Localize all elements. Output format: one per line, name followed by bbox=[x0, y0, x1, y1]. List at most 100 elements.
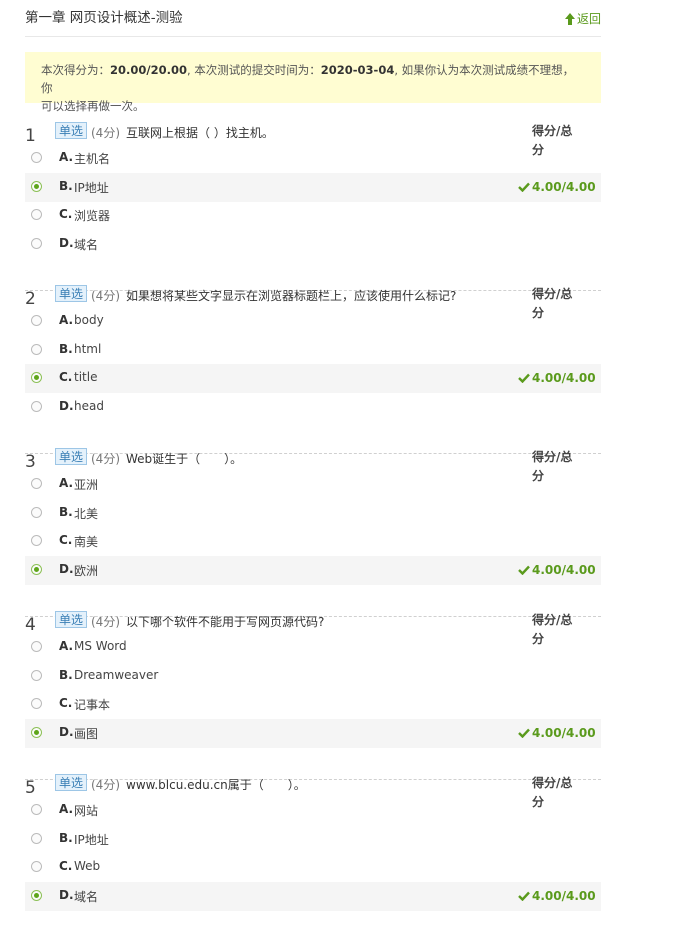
option-letter: A. bbox=[59, 150, 74, 164]
score-label-line1: 得分/总 bbox=[532, 450, 573, 464]
answer-option[interactable]: A. body bbox=[25, 307, 601, 336]
notice-score-prefix: 本次得分为： bbox=[41, 63, 110, 77]
radio-button[interactable] bbox=[31, 698, 42, 709]
answer-option[interactable]: A. 网站 bbox=[25, 796, 601, 825]
radio-button[interactable] bbox=[31, 727, 42, 738]
option-text: 南美 bbox=[74, 535, 99, 549]
radio-button[interactable] bbox=[31, 670, 42, 681]
answer-option[interactable]: D. 域名 bbox=[25, 230, 601, 259]
option-letter: B. bbox=[59, 179, 73, 193]
option-text: 亚洲 bbox=[74, 478, 99, 492]
checkmark-icon bbox=[518, 373, 530, 383]
option-text: IP地址 bbox=[74, 833, 109, 847]
back-button[interactable]: 返回 bbox=[564, 10, 601, 27]
option-letter: B. bbox=[59, 505, 73, 519]
radio-button[interactable] bbox=[31, 833, 42, 844]
radio-button[interactable] bbox=[31, 861, 42, 872]
radio-button[interactable] bbox=[31, 890, 42, 901]
option-letter: C. bbox=[59, 533, 73, 547]
option-text: 域名 bbox=[74, 238, 99, 252]
option-text: title bbox=[74, 370, 98, 384]
answer-option[interactable]: C. title 4.00/4.00 bbox=[25, 364, 601, 393]
question-number: 5 bbox=[25, 778, 36, 798]
option-letter: C. bbox=[59, 370, 73, 384]
option-score-value: 4.00/4.00 bbox=[532, 889, 596, 903]
question-number: 2 bbox=[25, 289, 36, 309]
option-letter: A. bbox=[59, 639, 74, 653]
page-header: 第一章 网页设计概述-测验 返回 bbox=[25, 0, 601, 37]
question-number: 3 bbox=[25, 452, 36, 472]
radio-button[interactable] bbox=[31, 238, 42, 249]
radio-button[interactable] bbox=[31, 401, 42, 412]
notice-time: 2020-03-04 bbox=[320, 63, 395, 77]
answer-option[interactable]: B. 北美 bbox=[25, 499, 601, 528]
answer-option[interactable]: A. MS Word bbox=[25, 633, 601, 662]
checkmark-icon bbox=[518, 891, 530, 901]
answer-option[interactable]: B. IP地址 4.00/4.00 bbox=[25, 173, 601, 202]
question-text: www.blcu.edu.cn属于（ ）。 bbox=[126, 778, 306, 792]
radio-button[interactable] bbox=[31, 152, 42, 163]
radio-button[interactable] bbox=[31, 315, 42, 326]
question-item: 1 单选 (4分) 互联网上根据（ ）找主机。 得分/总分 A. 主机名 B. IP地址 4.00… bbox=[25, 122, 601, 291]
answer-option[interactable]: A. 亚洲 bbox=[25, 470, 601, 499]
answer-option[interactable]: C. 南美 bbox=[25, 527, 601, 556]
question-item: 2 单选 (4分) 如果想将某些文字显示在浏览器标题栏上，应该使用什么标记? 得分/总分… bbox=[25, 285, 601, 454]
score-label-line1: 得分/总 bbox=[532, 124, 573, 138]
option-text: 画图 bbox=[74, 727, 99, 741]
radio-button[interactable] bbox=[31, 507, 42, 518]
radio-button[interactable] bbox=[31, 478, 42, 489]
page-title: 第一章 网页设计概述-测验 bbox=[25, 10, 183, 26]
answer-option[interactable]: D. head bbox=[25, 393, 601, 422]
checkmark-icon bbox=[518, 565, 530, 575]
option-score-value: 4.00/4.00 bbox=[532, 563, 596, 577]
option-text: 主机名 bbox=[74, 152, 111, 166]
question-item: 5 单选 (4分) www.blcu.edu.cn属于（ ）。 得分/总分 A. 网站 B. I… bbox=[25, 774, 601, 930]
score-label-line1: 得分/总 bbox=[532, 776, 573, 790]
answer-option[interactable]: C. 记事本 bbox=[25, 690, 601, 719]
answer-option[interactable]: D. 画图 4.00/4.00 bbox=[25, 719, 601, 748]
answer-option[interactable]: D. 欧洲 4.00/4.00 bbox=[25, 556, 601, 585]
score-label-line1: 得分/总 bbox=[532, 613, 573, 627]
question-text: 互联网上根据（ ）找主机。 bbox=[126, 126, 274, 140]
question-points: (4分) bbox=[91, 126, 120, 140]
option-text: html bbox=[74, 342, 102, 356]
option-text: Web bbox=[74, 859, 101, 873]
option-letter: B. bbox=[59, 831, 73, 845]
option-score: 4.00/4.00 bbox=[518, 726, 596, 740]
radio-button[interactable] bbox=[31, 804, 42, 815]
answer-option[interactable]: D. 域名 4.00/4.00 bbox=[25, 882, 601, 911]
radio-button[interactable] bbox=[31, 209, 42, 220]
radio-button[interactable] bbox=[31, 181, 42, 192]
question-type-badge: 单选 bbox=[55, 611, 88, 628]
question-type-badge: 单选 bbox=[55, 448, 88, 465]
question-type-badge: 单选 bbox=[55, 285, 88, 302]
option-score-value: 4.00/4.00 bbox=[532, 371, 596, 385]
question-item: 3 单选 (4分) Web诞生于（ ）。 得分/总分 A. 亚洲 B. 北美 C. 南美 D. 欧洲 4.… bbox=[25, 448, 601, 617]
answer-option[interactable]: C. 浏览器 bbox=[25, 201, 601, 230]
option-letter: D. bbox=[59, 725, 74, 739]
up-arrow-icon bbox=[564, 12, 575, 25]
question-text: 以下哪个软件不能用于写网页源代码? bbox=[126, 615, 325, 629]
option-text: MS Word bbox=[74, 639, 127, 653]
checkmark-icon bbox=[518, 182, 530, 192]
option-score: 4.00/4.00 bbox=[518, 371, 596, 385]
radio-button[interactable] bbox=[31, 344, 42, 355]
radio-button[interactable] bbox=[31, 564, 42, 575]
radio-button[interactable] bbox=[31, 535, 42, 546]
option-letter: B. bbox=[59, 668, 73, 682]
answer-option[interactable]: A. 主机名 bbox=[25, 144, 601, 173]
option-text: head bbox=[74, 399, 104, 413]
option-letter: A. bbox=[59, 313, 74, 327]
option-text: 域名 bbox=[74, 890, 99, 904]
option-letter: A. bbox=[59, 802, 74, 816]
question-number: 4 bbox=[25, 615, 36, 635]
answer-option[interactable]: B. IP地址 bbox=[25, 825, 601, 854]
question-type-badge: 单选 bbox=[55, 122, 88, 139]
checkmark-icon bbox=[518, 728, 530, 738]
answer-option[interactable]: C. Web bbox=[25, 853, 601, 882]
answer-option[interactable]: B. Dreamweaver bbox=[25, 662, 601, 691]
radio-button[interactable] bbox=[31, 641, 42, 652]
option-text: 浏览器 bbox=[74, 209, 111, 223]
radio-button[interactable] bbox=[31, 372, 42, 383]
answer-option[interactable]: B. html bbox=[25, 336, 601, 365]
